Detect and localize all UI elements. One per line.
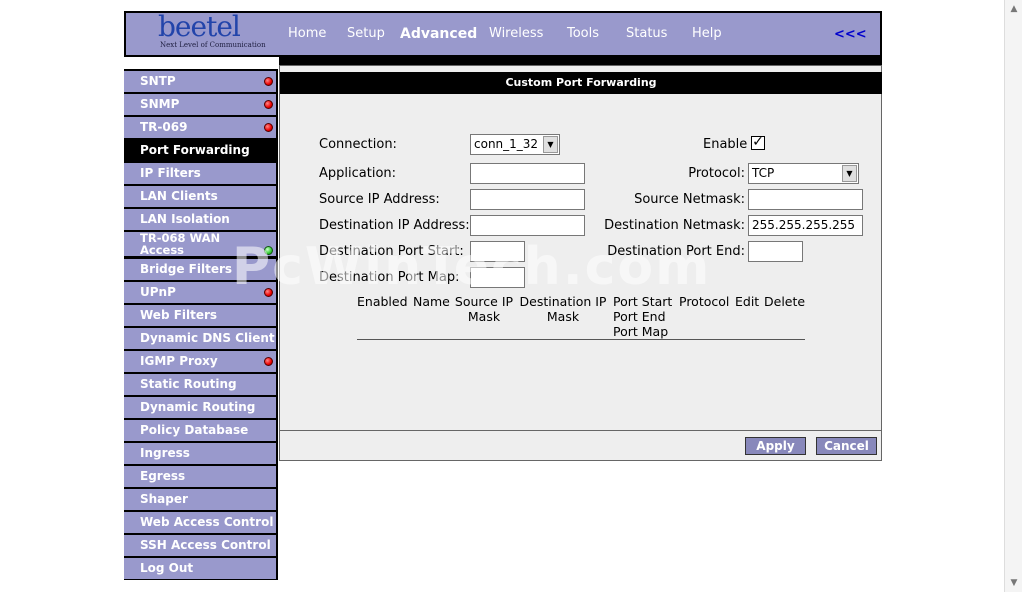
col-port-map-label: Port Map (613, 324, 669, 339)
sidebar-item-label: Dynamic DNS Client (140, 331, 275, 345)
enable-checkbox[interactable]: ✓ (751, 135, 765, 150)
dest-port-end-field[interactable] (748, 241, 803, 262)
sidebar-item-tr069[interactable]: TR-069 (124, 117, 276, 138)
sidebar-item-lan-clients[interactable]: LAN Clients (124, 186, 276, 207)
status-red-icon (264, 77, 273, 86)
connection-select[interactable]: conn_1_32 ▼ (470, 134, 560, 155)
source-netmask-field[interactable] (748, 189, 863, 210)
nav-help[interactable]: Help (692, 26, 722, 42)
sidebar-item-label: SNMP (140, 97, 180, 111)
col-ports: Port Start Port End Port Map (613, 294, 672, 339)
connection-value: conn_1_32 (474, 137, 539, 151)
destination-ip-label: Destination IP Address: (319, 218, 470, 233)
sidebar-item-snmp[interactable]: SNMP (124, 94, 276, 115)
sidebar-item-dynamic-routing[interactable]: Dynamic Routing (124, 397, 276, 418)
sidebar-item-dynamic-dns[interactable]: Dynamic DNS Client (124, 328, 276, 349)
sidebar-item-ingress[interactable]: Ingress (124, 443, 276, 464)
brand-logo[interactable]: beetel (158, 12, 241, 42)
nav-home[interactable]: Home (288, 26, 326, 42)
sidebar-item-label: Port Forwarding (140, 143, 250, 157)
sidebar-item-static-routing[interactable]: Static Routing (124, 374, 276, 395)
chevron-down-icon: ▼ (842, 165, 857, 182)
sidebar-item-egress[interactable]: Egress (124, 466, 276, 487)
nav-status[interactable]: Status (626, 26, 667, 42)
sidebar-item-label: SSH Access Control (140, 538, 271, 552)
sidebar-item-label: LAN Isolation (140, 212, 230, 226)
col-destination-ip: Destination IP Mask (518, 294, 608, 324)
protocol-label: Protocol: (688, 166, 745, 181)
nav-wireless[interactable]: Wireless (489, 26, 543, 42)
scroll-up-icon[interactable]: ▲ (1007, 2, 1021, 16)
destination-netmask-label: Destination Netmask: (604, 218, 745, 233)
sidebar-item-label: LAN Clients (140, 189, 218, 203)
sidebar-item-label: Log Out (140, 561, 194, 575)
destination-netmask-field[interactable]: 255.255.255.255 (748, 215, 863, 236)
source-ip-label: Source IP Address: (319, 192, 440, 207)
sidebar-item-label: IP Filters (140, 166, 201, 180)
source-netmask-label: Source Netmask: (634, 192, 745, 207)
protocol-select[interactable]: TCP ▼ (748, 163, 859, 184)
sidebar: SNTP SNMP TR-069 Port Forwarding IP Filt… (124, 69, 278, 580)
sidebar-item-label: Ingress (140, 446, 190, 460)
sidebar-item-sntp[interactable]: SNTP (124, 71, 276, 92)
status-red-icon (264, 123, 273, 132)
sidebar-item-label: SNTP (140, 74, 176, 88)
sidebar-item-ssh-access-control[interactable]: SSH Access Control (124, 535, 276, 556)
cancel-button[interactable]: Cancel (816, 437, 877, 455)
destination-ip-field[interactable] (470, 215, 585, 236)
application-label: Application: (319, 166, 397, 181)
application-field[interactable] (470, 163, 585, 184)
col-destination-mask-label: Mask (546, 309, 580, 324)
sidebar-item-port-forwarding[interactable]: Port Forwarding (124, 140, 276, 161)
vertical-scrollbar[interactable]: ▲ ▼ (1004, 0, 1022, 592)
collapse-menu-link[interactable]: <<< (834, 27, 867, 43)
page-title: Custom Port Forwarding (280, 72, 882, 94)
connection-label: Connection: (319, 137, 397, 152)
sidebar-item-web-filters[interactable]: Web Filters (124, 305, 276, 326)
status-red-icon (264, 357, 273, 366)
nav-advanced[interactable]: Advanced (400, 26, 477, 42)
source-ip-field[interactable] (470, 189, 585, 210)
sidebar-item-web-access-control[interactable]: Web Access Control (124, 512, 276, 533)
col-port-end-label: Port End (613, 309, 666, 324)
brand-tagline: Next Level of Communication (160, 41, 266, 49)
sidebar-item-label: TR-069 (140, 120, 188, 134)
sidebar-item-label: Static Routing (140, 377, 237, 391)
sidebar-item-ip-filters[interactable]: IP Filters (124, 163, 276, 184)
status-red-icon (264, 100, 273, 109)
sidebar-item-label: Web Filters (140, 308, 218, 322)
col-source-mask-label: Mask (467, 309, 501, 324)
col-edit: Edit (735, 294, 760, 309)
table-divider (357, 339, 805, 340)
footer-divider (280, 430, 882, 431)
enable-label: Enable (703, 137, 748, 152)
sidebar-item-label: Egress (140, 469, 186, 483)
sidebar-item-label: TR-068 WAN Access (140, 231, 221, 257)
sidebar-item-label: Bridge Filters (140, 262, 233, 276)
sidebar-item-lan-isolation[interactable]: LAN Isolation (124, 209, 276, 230)
watermark: PcWinTech.com (232, 237, 712, 297)
sidebar-item-log-out[interactable]: Log Out (124, 558, 276, 579)
col-source-ip: Source IP Mask (452, 294, 516, 324)
apply-button[interactable]: Apply (745, 437, 806, 455)
scroll-down-icon[interactable]: ▼ (1007, 576, 1021, 590)
header-divider (124, 57, 280, 69)
sidebar-item-shaper[interactable]: Shaper (124, 489, 276, 510)
sidebar-item-label: UPnP (140, 285, 176, 299)
sidebar-item-label: IGMP Proxy (140, 354, 218, 368)
protocol-value: TCP (752, 166, 775, 180)
sidebar-item-label: Web Access Control (140, 515, 274, 529)
sidebar-item-label: Shaper (140, 492, 188, 506)
sidebar-item-policy-database[interactable]: Policy Database (124, 420, 276, 441)
sidebar-item-igmp-proxy[interactable]: IGMP Proxy (124, 351, 276, 372)
chevron-down-icon: ▼ (543, 136, 558, 153)
nav-setup[interactable]: Setup (347, 26, 385, 42)
nav-tools[interactable]: Tools (567, 26, 599, 42)
panel-top-border (279, 57, 882, 65)
sidebar-item-label: Dynamic Routing (140, 400, 256, 414)
col-delete: Delete (764, 294, 806, 309)
sidebar-item-label: Policy Database (140, 423, 249, 437)
